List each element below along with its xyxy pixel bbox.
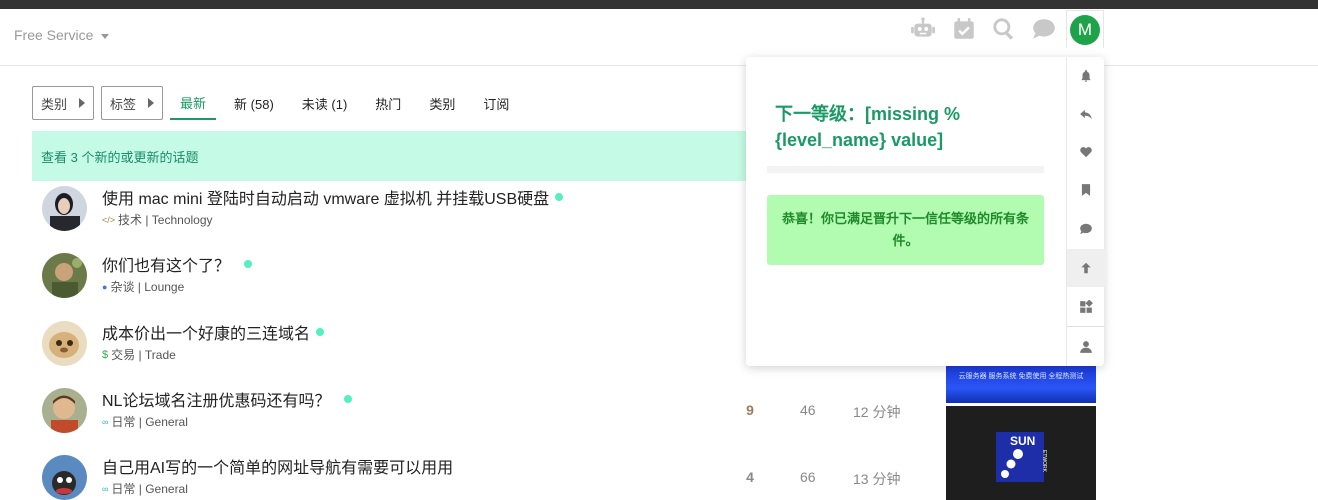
tag-dropdown-label: 标签 [110, 96, 137, 112]
tab-unread[interactable]: 未读 (1) [292, 86, 358, 120]
unread-dot [555, 193, 564, 201]
chat-dots-icon: ∞ [102, 416, 109, 427]
robot-icon[interactable] [908, 14, 938, 44]
topic-category[interactable]: $ 交易 | Trade [102, 346, 176, 363]
unread-dot [244, 260, 253, 268]
chat-icon[interactable] [1067, 210, 1105, 248]
avatar[interactable] [42, 455, 87, 500]
search-icon[interactable] [989, 14, 1019, 44]
avatar[interactable] [42, 321, 87, 366]
tab-new[interactable]: 新 (58) [224, 86, 284, 120]
tab-top[interactable]: 热门 [365, 86, 411, 120]
chat-dots-icon: ∞ [102, 483, 109, 494]
category-label: 日常 | General [111, 415, 188, 429]
topic-nav: 类别 标签 最新 新 (58) 未读 (1) 热门 类别 订阅 [32, 86, 527, 120]
site-name: Free Service [14, 27, 94, 43]
next-level-title: 下一等级：[missing %{level_name} value] [775, 104, 961, 150]
tab-subscribed[interactable]: 订阅 [473, 86, 519, 120]
avatar[interactable] [42, 388, 87, 433]
bell-icon[interactable] [1067, 57, 1105, 95]
chat-bubble-icon: ● [102, 281, 108, 292]
topic-title[interactable]: NL论坛域名注册优惠码还有吗？ [102, 387, 330, 411]
topic-category[interactable]: ∞ 日常 | General [102, 480, 188, 497]
site-menu[interactable]: Free Service [14, 27, 110, 43]
topic-title[interactable]: 使用 mac mini 登陆时自动启动 vmware 虚拟机 并挂载USB硬盘 [102, 185, 549, 209]
tag-dropdown[interactable]: 标签 [101, 86, 164, 120]
avatar[interactable] [42, 253, 87, 298]
calendar-check-icon[interactable] [949, 14, 979, 44]
caret-down-icon [101, 33, 110, 39]
dollar-icon: $ [102, 348, 109, 361]
menu-divider [1067, 326, 1105, 327]
user-menu-tabs [1066, 57, 1105, 366]
unread-dot [316, 328, 325, 336]
topic-row[interactable]: 自己用AI写的一个简单的网址导航有需要可以用用 ∞ 日常 | General 4 … [32, 455, 912, 500]
avatar: M [1070, 14, 1100, 45]
topic-title[interactable]: 成本价出一个好康的三连域名 [102, 320, 310, 344]
view-count: 46 [800, 402, 816, 418]
level-progress-bar [767, 166, 1044, 173]
reply-count[interactable]: 9 [744, 402, 756, 418]
caret-right-icon [79, 98, 86, 108]
new-topics-banner[interactable]: 查看 3 个新的或更新的话题 [32, 131, 746, 181]
category-dropdown-label: 类别 [41, 96, 68, 112]
arrow-up-icon[interactable] [1067, 249, 1105, 287]
category-label: 杂谈 | Lounge [110, 280, 185, 294]
unread-dot [344, 395, 353, 403]
user-menu-panel: 下一等级：[missing %{level_name} value] 恭喜！你已… [746, 57, 1105, 366]
ad-logo-text: SUN [1010, 434, 1036, 448]
code-icon: </> [102, 214, 116, 225]
topic-row[interactable]: NL论坛域名注册优惠码还有吗？ ∞ 日常 | General 9 46 12 分钟 [32, 388, 912, 448]
topic-category[interactable]: </> 技术 | Technology [102, 211, 213, 228]
sidebar-ad-banner[interactable]: 云服务器 服务系统 免费使用 全程热测试 [946, 366, 1096, 403]
ad-logo-sub: ETWORK [1040, 450, 1047, 472]
topic-title[interactable]: 你们也有这个了？ [102, 252, 230, 276]
activity-time[interactable]: 13 分钟 [853, 469, 900, 489]
heart-icon[interactable] [1067, 133, 1105, 171]
chat-icon[interactable] [1029, 14, 1059, 44]
topic-category[interactable]: ∞ 日常 | General [102, 413, 188, 430]
topic-category[interactable]: ● 杂谈 | Lounge [102, 278, 184, 295]
user-menu-button[interactable]: M [1066, 10, 1104, 48]
reply-count[interactable]: 4 [744, 469, 756, 485]
ad-text: 云服务器 服务系统 免费使用 全程热测试 [958, 373, 1084, 380]
widgets-icon[interactable] [1067, 288, 1105, 326]
congrats-message: 恭喜！你已满足晋升下一信任等级的所有条件。 [767, 195, 1044, 265]
tab-latest[interactable]: 最新 [170, 86, 217, 120]
header: Free Service [0, 9, 1318, 66]
ad-logo-dots [1001, 449, 1023, 478]
category-label: 日常 | General [111, 482, 188, 496]
reply-icon[interactable] [1067, 95, 1105, 133]
sidebar-ad-sunnetwork[interactable]: SUN ETWORK [946, 406, 1096, 500]
tab-categories[interactable]: 类别 [419, 86, 465, 120]
top-strip [0, 0, 1318, 9]
category-dropdown[interactable]: 类别 [32, 86, 95, 120]
activity-time[interactable]: 12 分钟 [853, 402, 900, 422]
category-label: 技术 | Technology [118, 213, 213, 227]
user-icon[interactable] [1067, 328, 1105, 366]
topic-title[interactable]: 自己用AI写的一个简单的网址导航有需要可以用用 [102, 454, 453, 478]
bookmark-icon[interactable] [1067, 171, 1105, 209]
view-count: 66 [800, 469, 816, 485]
category-label: 交易 | Trade [111, 348, 176, 362]
avatar[interactable] [42, 186, 87, 231]
caret-right-icon [148, 98, 155, 108]
